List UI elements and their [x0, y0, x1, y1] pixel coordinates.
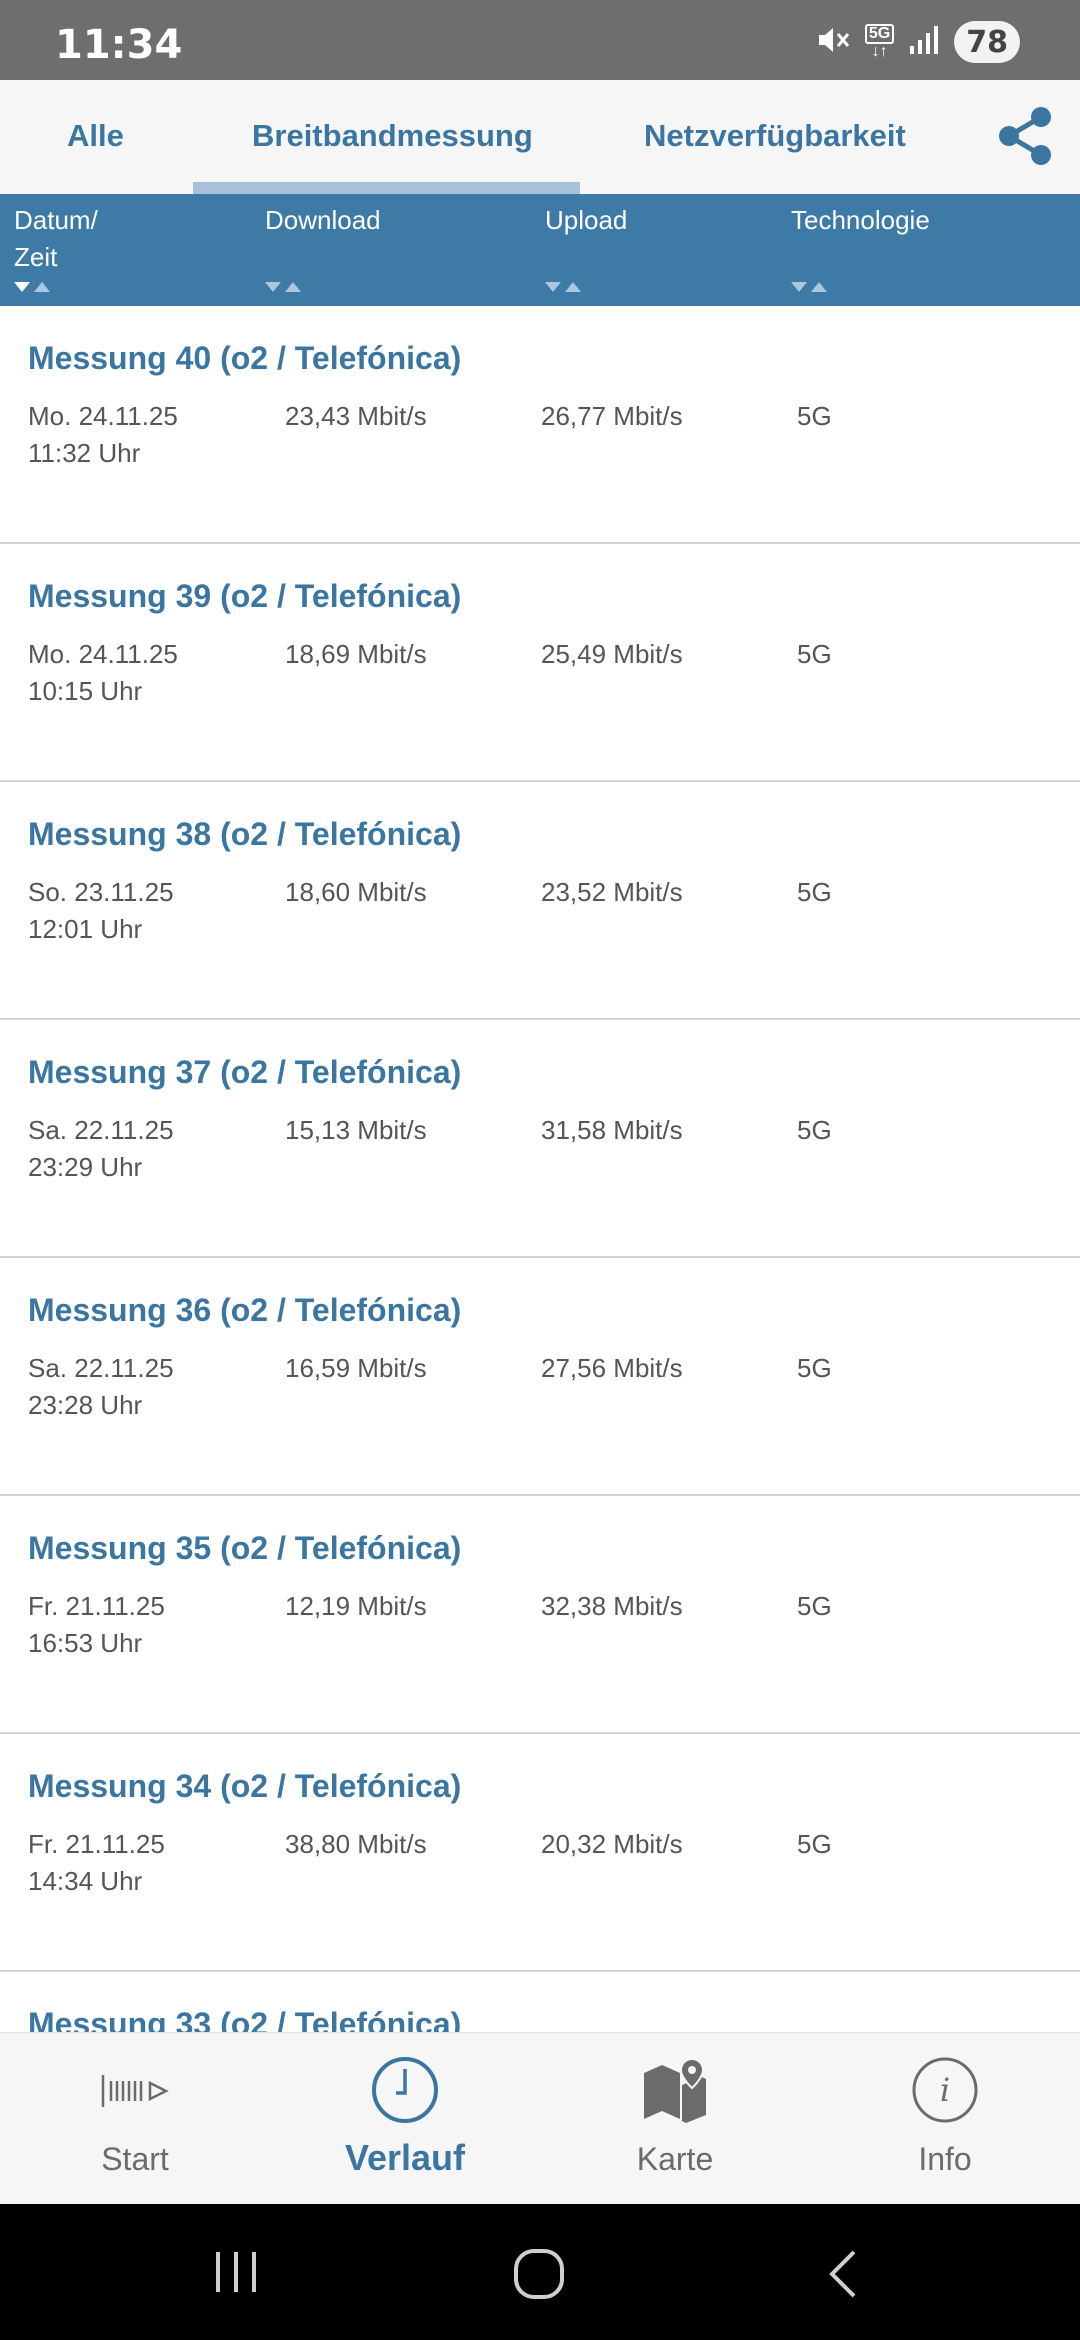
list-item[interactable]: Messung 33 (o2 / Telefónica) [0, 1972, 1080, 2032]
share-icon[interactable] [995, 105, 1055, 167]
measurement-title: Messung 33 (o2 / Telefónica) [28, 2006, 462, 2032]
measurement-upload: 31,58 Mbit/s [541, 1115, 683, 1145]
measurement-title: Messung 40 (o2 / Telefónica) [28, 340, 462, 376]
clock-icon [372, 2057, 438, 2123]
sort-icon[interactable] [545, 280, 587, 294]
map-pin-icon [644, 2057, 706, 2123]
sort-icon[interactable] [791, 280, 833, 294]
nav-start-label: Start [101, 2141, 169, 2177]
measurement-datetime: Sa. 22.11.25 23:28 Uhr [28, 1353, 174, 1420]
list-item[interactable]: Messung 40 (o2 / Telefónica) Mo. 24.11.2… [0, 306, 1080, 544]
system-navigation-bar [0, 2204, 1080, 2340]
measurement-upload: 25,49 Mbit/s [541, 639, 683, 669]
measurement-title: Messung 36 (o2 / Telefónica) [28, 1292, 462, 1328]
measurement-download: 16,59 Mbit/s [285, 1353, 427, 1383]
list-item[interactable]: Messung 34 (o2 / Telefónica) Fr. 21.11.2… [0, 1734, 1080, 1972]
info-icon: i [912, 2057, 978, 2123]
measurement-technology: 5G [797, 639, 832, 669]
top-tab-bar: Alle Breitbandmessung Netzverfügbarkeit [0, 80, 1080, 194]
measurement-technology: 5G [797, 877, 832, 907]
list-item[interactable]: Messung 37 (o2 / Telefónica) Sa. 22.11.2… [0, 1020, 1080, 1258]
column-upload[interactable]: Upload [545, 202, 627, 239]
column-technology[interactable]: Technologie [791, 202, 930, 239]
sort-icon[interactable] [265, 280, 307, 294]
list-item[interactable]: Messung 39 (o2 / Telefónica) Mo. 24.11.2… [0, 544, 1080, 782]
active-tab-indicator [193, 182, 580, 194]
measurement-title: Messung 35 (o2 / Telefónica) [28, 1530, 462, 1566]
tab-netzverfuegbarkeit[interactable]: Netzverfügbarkeit [644, 118, 906, 154]
nav-info-label: Info [918, 2141, 972, 2177]
back-icon[interactable] [824, 2248, 860, 2300]
measurement-download: 18,60 Mbit/s [285, 877, 427, 907]
measurement-upload: 32,38 Mbit/s [541, 1591, 683, 1621]
measurement-download: 38,80 Mbit/s [285, 1829, 427, 1859]
list-item[interactable]: Messung 35 (o2 / Telefónica) Fr. 21.11.2… [0, 1496, 1080, 1734]
svg-text:i: i [940, 2071, 950, 2109]
nav-start[interactable]: Start [0, 2033, 270, 2205]
tab-breitbandmessung[interactable]: Breitbandmessung [252, 118, 533, 154]
measurement-datetime: So. 23.11.25 12:01 Uhr [28, 877, 174, 944]
measurement-technology: 5G [797, 1591, 832, 1621]
list-item[interactable]: Messung 38 (o2 / Telefónica) So. 23.11.2… [0, 782, 1080, 1020]
measurement-datetime: Fr. 21.11.25 14:34 Uhr [28, 1829, 165, 1896]
measurement-datetime: Sa. 22.11.25 23:29 Uhr [28, 1115, 174, 1182]
measurement-title: Messung 37 (o2 / Telefónica) [28, 1054, 462, 1090]
measurement-download: 12,19 Mbit/s [285, 1591, 427, 1621]
measurement-title: Messung 34 (o2 / Telefónica) [28, 1768, 462, 1804]
measurement-upload: 27,56 Mbit/s [541, 1353, 683, 1383]
column-download[interactable]: Download [265, 202, 381, 239]
measurement-list[interactable]: Messung 40 (o2 / Telefónica) Mo. 24.11.2… [0, 306, 1080, 2032]
home-icon[interactable] [513, 2248, 565, 2300]
nav-info[interactable]: i Info [810, 2033, 1080, 2205]
measurement-title: Messung 39 (o2 / Telefónica) [28, 578, 462, 614]
nav-verlauf-label: Verlauf [344, 2137, 466, 2178]
status-bar: 11:34 5G ↓↑ 78 [0, 0, 1080, 80]
list-item[interactable]: Messung 36 (o2 / Telefónica) Sa. 22.11.2… [0, 1258, 1080, 1496]
mute-icon [815, 22, 851, 63]
measurement-technology: 5G [797, 1353, 832, 1383]
measurement-technology: 5G [797, 1829, 832, 1859]
bottom-navigation: Start Verlauf Karte i Info [0, 2032, 1080, 2204]
measurement-upload: 20,32 Mbit/s [541, 1829, 683, 1859]
measurement-download: 18,69 Mbit/s [285, 639, 427, 669]
measurement-upload: 23,52 Mbit/s [541, 877, 683, 907]
measurement-datetime: Mo. 24.11.25 10:15 Uhr [28, 639, 178, 706]
measurement-technology: 5G [797, 401, 832, 431]
speedometer-bars-icon [101, 2075, 169, 2107]
measurement-datetime: Fr. 21.11.25 16:53 Uhr [28, 1591, 165, 1658]
measurement-upload: 26,77 Mbit/s [541, 401, 683, 431]
status-time: 11:34 [55, 22, 183, 68]
5g-icon: 5G ↓↑ [864, 24, 895, 60]
sort-desc-icon[interactable] [14, 280, 56, 294]
measurement-title: Messung 38 (o2 / Telefónica) [28, 816, 462, 852]
nav-verlauf[interactable]: Verlauf [270, 2033, 540, 2205]
column-datetime[interactable]: Datum/ Zeit [14, 202, 98, 276]
status-icons: 5G ↓↑ 78 [815, 20, 1020, 64]
column-header: Datum/ Zeit Download Upload Technologie [0, 194, 1080, 306]
recent-apps-icon[interactable] [212, 2250, 262, 2294]
measurement-datetime: Mo. 24.11.25 11:32 Uhr [28, 401, 178, 468]
measurement-download: 23,43 Mbit/s [285, 401, 427, 431]
measurement-technology: 5G [797, 1115, 832, 1145]
tab-alle[interactable]: Alle [67, 118, 124, 154]
battery-icon: 78 [954, 21, 1020, 63]
signal-icon [908, 24, 940, 61]
measurement-download: 15,13 Mbit/s [285, 1115, 427, 1145]
nav-karte-label: Karte [636, 2141, 714, 2177]
nav-karte[interactable]: Karte [540, 2033, 810, 2205]
